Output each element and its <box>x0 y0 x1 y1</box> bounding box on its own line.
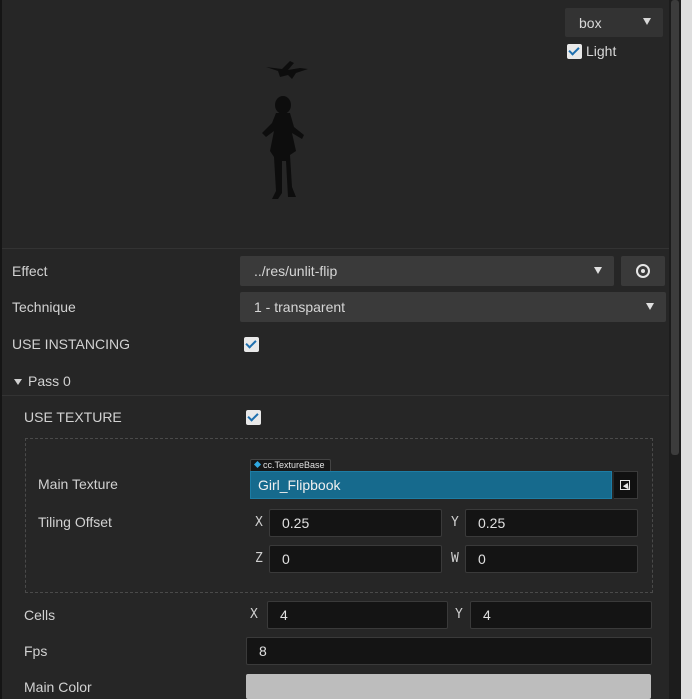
use-texture-label: USE TEXTURE <box>24 409 122 425</box>
main-color-swatch[interactable] <box>246 674 651 699</box>
preview-mesh-value: box <box>579 14 602 31</box>
preview-mesh-select[interactable]: box <box>565 8 663 37</box>
main-texture-asset-field[interactable]: Girl_Flipbook <box>250 471 612 499</box>
diamond-icon <box>253 460 262 469</box>
pass-title: Pass 0 <box>14 366 71 396</box>
main-texture-label: Main Texture <box>38 476 118 492</box>
effect-label: Effect <box>12 263 48 279</box>
chevron-down-icon <box>646 303 654 310</box>
pass-divider <box>2 395 669 396</box>
use-instancing-row: USE INSTANCING <box>2 329 669 365</box>
use-texture-row: USE TEXTURE <box>2 402 669 438</box>
material-inspector-panel: box Light Effect ../res/unlit-flip Techn… <box>0 0 669 699</box>
technique-value: 1 - transparent <box>254 299 346 315</box>
asset-pick-button[interactable] <box>614 471 638 499</box>
tiling-z-input[interactable]: 0 <box>269 545 442 573</box>
technique-row: Technique 1 - transparent <box>2 292 669 328</box>
tiling-x-input[interactable]: 0.25 <box>269 509 442 537</box>
cells-label: Cells <box>24 607 56 623</box>
effect-value: ../res/unlit-flip <box>254 263 338 279</box>
chevron-down-icon <box>594 267 602 274</box>
effect-row: Effect ../res/unlit-flip <box>2 256 669 292</box>
cells-y-input[interactable]: 4 <box>470 601 652 629</box>
texture-type-text: cc.TextureBase <box>263 460 325 470</box>
preview-silhouette-image <box>262 61 308 199</box>
technique-label: Technique <box>12 299 76 315</box>
tiling-y-input[interactable]: 0.25 <box>465 509 638 537</box>
use-texture-checkbox[interactable] <box>246 410 261 425</box>
asset-pick-icon <box>620 480 630 490</box>
fps-label: Fps <box>24 643 48 659</box>
pass-header[interactable]: Pass 0 <box>2 366 669 402</box>
use-instancing-checkbox[interactable] <box>244 337 259 352</box>
pass-title-text: Pass 0 <box>28 373 71 389</box>
locate-icon <box>636 264 650 278</box>
cells-x-axis-label: X <box>250 607 258 622</box>
light-label: Light <box>586 43 617 59</box>
main-texture-value: Girl_Flipbook <box>258 477 341 493</box>
cells-x-input[interactable]: 4 <box>267 601 448 629</box>
texture-type-tag: cc.TextureBase <box>250 459 331 471</box>
use-instancing-label: USE INSTANCING <box>12 336 130 352</box>
effect-select[interactable]: ../res/unlit-flip <box>240 256 614 286</box>
tiling-w-axis-label: W <box>451 551 459 566</box>
main-color-label: Main Color <box>24 679 92 695</box>
fps-input[interactable]: 8 <box>246 637 652 665</box>
cells-y-axis-label: Y <box>455 607 463 622</box>
tiling-x-axis-label: X <box>255 515 263 530</box>
scrollbar-thumb[interactable] <box>671 0 679 455</box>
preview-light-toggle[interactable]: Light <box>567 43 616 59</box>
light-checkbox[interactable] <box>567 43 582 59</box>
chevron-down-icon <box>643 18 651 25</box>
tiling-offset-label: Tiling Offset <box>38 514 112 530</box>
material-preview[interactable]: box Light <box>2 0 669 249</box>
tiling-w-input[interactable]: 0 <box>465 545 638 573</box>
tiling-z-axis-label: Z <box>255 551 263 566</box>
effect-locate-button[interactable] <box>621 256 665 286</box>
tiling-y-axis-label: Y <box>451 515 459 530</box>
window-edge <box>681 0 692 699</box>
technique-select[interactable]: 1 - transparent <box>240 292 666 322</box>
triangle-down-icon <box>14 379 22 386</box>
